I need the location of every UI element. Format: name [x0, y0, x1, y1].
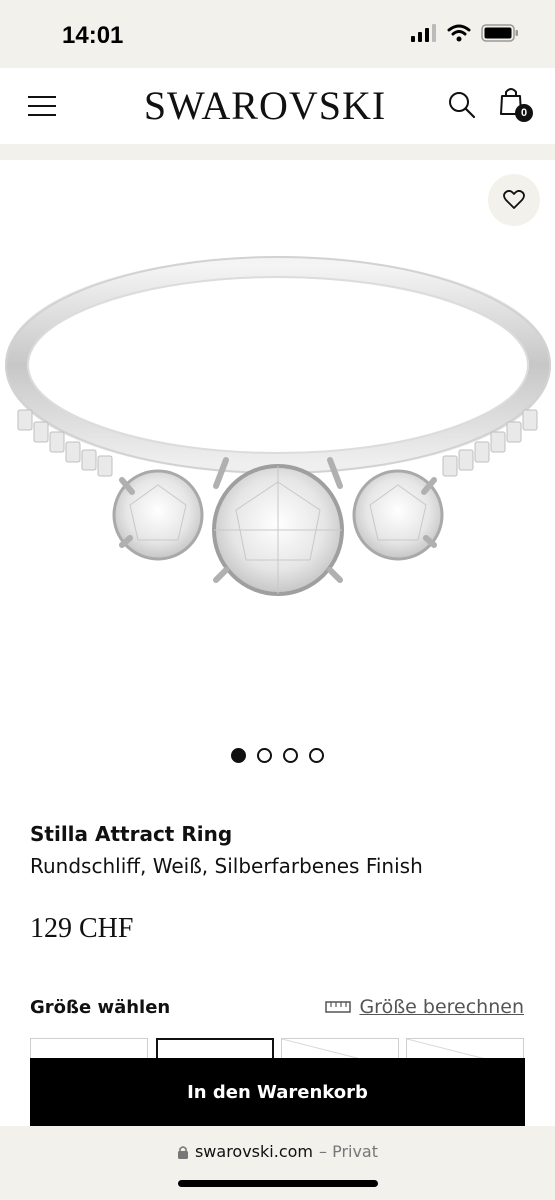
add-to-cart-button[interactable]: In den Warenkorb — [30, 1058, 525, 1126]
size-label: Größe wählen — [30, 997, 171, 1018]
battery-icon — [481, 24, 518, 42]
status-icons — [411, 24, 519, 42]
size-calculator-link[interactable]: Größe berechnen — [325, 996, 524, 1018]
product-price: 129 CHF — [30, 913, 134, 944]
wishlist-button[interactable] — [488, 174, 540, 226]
home-indicator[interactable] — [178, 1180, 378, 1187]
size-calculator-label: Größe berechnen — [359, 996, 524, 1018]
cart-count-badge: 0 — [515, 104, 533, 122]
product-name: Stilla Attract Ring — [30, 822, 233, 846]
signal-icon — [411, 24, 436, 42]
heart-icon — [503, 190, 525, 209]
product-subtitle: Rundschliff, Weiß, Silberfarbenes Finish — [30, 854, 423, 878]
status-bar: 14:01 — [0, 0, 555, 68]
ruler-icon — [325, 1001, 352, 1013]
carousel-dot-4[interactable] — [309, 748, 324, 763]
site-header: SWAROVSKI 0 — [0, 68, 555, 144]
shopping-bag-button[interactable]: 0 — [498, 86, 538, 126]
browser-url-bar[interactable]: swarovski.com – Privat — [0, 1126, 555, 1200]
product-image[interactable] — [0, 160, 555, 740]
header-divider — [0, 144, 555, 160]
wifi-icon — [447, 24, 471, 42]
carousel-dot-1[interactable] — [231, 748, 246, 763]
menu-icon[interactable] — [28, 96, 56, 118]
brand-logo[interactable]: SWAROVSKI — [132, 82, 398, 129]
status-time: 14:01 — [62, 22, 124, 49]
lock-icon — [177, 1145, 188, 1159]
url-domain: swarovski.com — [194, 1142, 313, 1161]
carousel-dot-2[interactable] — [257, 748, 272, 763]
carousel-dot-3[interactable] — [283, 748, 298, 763]
carousel-pagination — [0, 748, 555, 763]
search-icon[interactable] — [447, 90, 477, 120]
private-mode-label: – Privat — [318, 1142, 379, 1161]
